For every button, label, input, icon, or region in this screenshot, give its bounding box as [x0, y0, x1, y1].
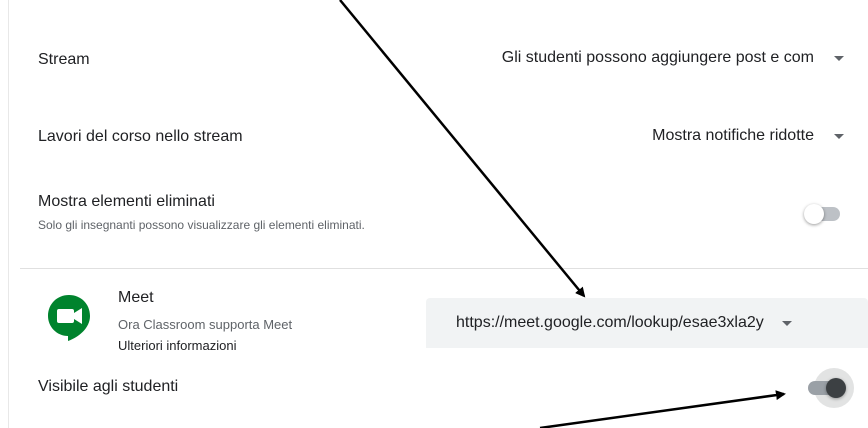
show-deleted-label: Mostra elementi eliminati	[38, 193, 215, 210]
show-deleted-toggle[interactable]	[804, 194, 844, 234]
show-deleted-description: Solo gli insegnanti possono visualizzare…	[38, 218, 365, 232]
stream-dropdown-value: Gli studenti possono aggiungere post e c…	[501, 49, 814, 66]
stream-label: Stream	[38, 51, 90, 68]
annotation-arrow-to-visibility-toggle	[539, 390, 786, 428]
panel-left-border	[8, 0, 9, 428]
meet-learn-more-link[interactable]: Ulteriori informazioni	[118, 338, 236, 353]
classwork-stream-label: Lavori del corso nello stream	[38, 128, 243, 145]
visible-to-students-label: Visibile agli studenti	[38, 378, 179, 395]
chevron-down-icon	[834, 55, 844, 61]
toggle-thumb	[804, 204, 824, 224]
google-meet-icon	[48, 295, 90, 341]
stream-dropdown[interactable]: Gli studenti possono aggiungere post e c…	[430, 44, 844, 72]
classwork-stream-dropdown-value: Mostra notifiche ridotte	[652, 127, 814, 144]
classroom-settings-panel: Stream Gli studenti possono aggiungere p…	[0, 0, 868, 428]
meet-title: Meet	[118, 289, 154, 306]
toggle-thumb	[826, 378, 846, 398]
meet-subtitle: Ora Classroom supporta Meet	[118, 317, 293, 332]
chevron-down-icon	[781, 320, 792, 326]
classwork-stream-dropdown[interactable]: Mostra notifiche ridotte	[560, 122, 844, 150]
visible-to-students-toggle[interactable]	[800, 368, 854, 408]
section-divider	[20, 268, 868, 269]
meet-link-field[interactable]: https://meet.google.com/lookup/esae3xla2…	[426, 298, 868, 348]
chevron-down-icon	[834, 133, 844, 139]
meet-link-value: https://meet.google.com/lookup/esae3xla2…	[456, 314, 764, 331]
